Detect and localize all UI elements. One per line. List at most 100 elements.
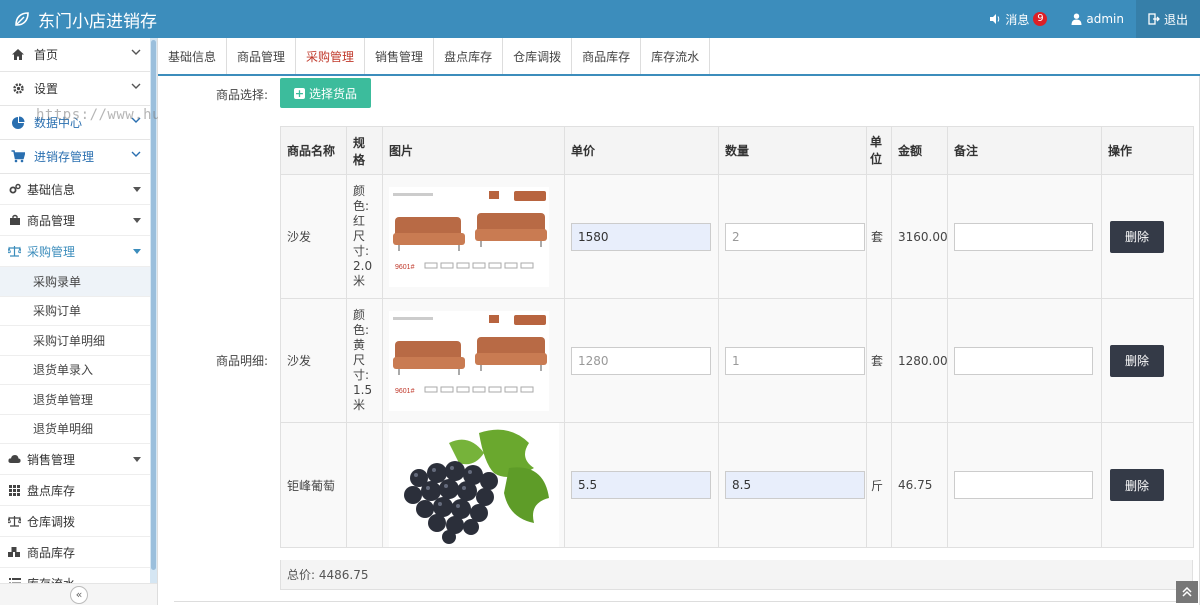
quantity-input[interactable]: 2 xyxy=(725,222,865,251)
price-cell: 1280 xyxy=(564,298,719,423)
bag-icon xyxy=(9,214,20,225)
sidebar-item-warehouse-transfer[interactable]: 仓库调拨 xyxy=(0,506,151,537)
product-name: 沙发 xyxy=(280,298,347,423)
sidebar-item-purchase-order-detail[interactable]: 采购订单明细 xyxy=(0,326,151,356)
logout-button[interactable]: 退出 xyxy=(1135,0,1200,38)
image-label: 9601# xyxy=(395,264,415,271)
amount-cell: 3160.00 xyxy=(891,174,948,299)
tab-basic-info[interactable]: 基础信息 xyxy=(158,38,228,74)
app-window: 东门小店进销存 消息 9 admin 退出 首页 设置 数据中心 进销存管理 基… xyxy=(0,0,1200,605)
tab-purchase-management[interactable]: 采购管理 xyxy=(296,38,366,74)
sidebar-item-sales[interactable]: 销售管理 xyxy=(0,444,151,475)
scale-icon xyxy=(8,246,21,257)
sidebar-item-label: 销售管理 xyxy=(27,452,76,467)
top-bar: 东门小店进销存 消息 9 admin 退出 xyxy=(0,0,1200,38)
cart-icon xyxy=(11,150,25,163)
table-row: 沙发 颜色:红尺寸:2.0米 9601# 1580 2 套 3160.00 删除 xyxy=(280,174,1194,299)
tab-stock-count[interactable]: 盘点库存 xyxy=(434,38,504,74)
quantity-input[interactable]: 1 xyxy=(725,346,865,375)
sidebar-item-data-center[interactable]: 数据中心 xyxy=(0,106,151,140)
tab-sales-management[interactable]: 销售管理 xyxy=(365,38,435,74)
product-image-cell xyxy=(382,422,565,548)
sidebar-item-product-management[interactable]: 商品管理 xyxy=(0,205,151,236)
unit-cell: 斤 xyxy=(866,422,892,548)
user-menu[interactable]: admin xyxy=(1059,0,1136,38)
tab-product-management[interactable]: 商品管理 xyxy=(227,38,297,74)
delete-button[interactable]: 删除 xyxy=(1110,344,1164,377)
quantity-cell: 8.5 xyxy=(718,422,867,548)
sidebar-item-product-stock[interactable]: 商品库存 xyxy=(0,537,151,568)
sidebar-item-purchase-entry[interactable]: 采购录单 xyxy=(0,267,151,297)
sidebar-item-basic-info[interactable]: 基础信息 xyxy=(0,174,151,205)
sidebar-item-label: 商品库存 xyxy=(27,545,76,560)
image-label: 9601# xyxy=(395,388,415,395)
action-cell: 删除 xyxy=(1101,298,1194,423)
unit-cell: 套 xyxy=(866,298,892,423)
product-detail-label: 商品明细: xyxy=(216,354,269,368)
unit-cell: 套 xyxy=(866,174,892,299)
select-goods-button[interactable]: + 选择货品 xyxy=(280,78,371,108)
delete-button[interactable]: 删除 xyxy=(1110,220,1164,253)
table-row: 钜峰葡萄 5.5 8.5 斤 46.75 删除 xyxy=(280,422,1194,548)
product-image-cell: 9601# xyxy=(382,174,565,299)
note-input[interactable] xyxy=(954,222,1093,251)
delete-button[interactable]: 删除 xyxy=(1110,469,1164,501)
column-header-name: 商品名称 xyxy=(280,126,347,175)
sidebar-item-label: 盘点库存 xyxy=(27,483,76,498)
sidebar-item-label: 仓库调拨 xyxy=(27,514,76,529)
amount-cell: 46.75 xyxy=(891,422,948,548)
sidebar-item-return-management[interactable]: 退货单管理 xyxy=(0,385,151,415)
logout-icon xyxy=(1148,13,1160,25)
sidebar-item-label: 采购管理 xyxy=(27,244,76,259)
product-detail-table: 商品名称 规格 图片 单价 数量 单位 金额 备注 操作 沙发 颜色:红尺寸:2… xyxy=(280,126,1194,548)
scroll-top-button[interactable] xyxy=(1176,581,1198,603)
note-cell xyxy=(947,298,1102,423)
quantity-cell: 1 xyxy=(718,298,867,423)
amount-cell: 1280.00 xyxy=(891,298,948,423)
caret-down-icon xyxy=(133,187,141,192)
price-input[interactable]: 1580 xyxy=(571,222,711,251)
price-cell: 5.5 xyxy=(564,422,719,548)
note-input[interactable] xyxy=(954,346,1093,375)
sidebar-item-return-entry[interactable]: 退货单录入 xyxy=(0,356,151,385)
sidebar-item-home[interactable]: 首页 xyxy=(0,38,151,72)
action-cell: 删除 xyxy=(1101,422,1194,548)
select-goods-label: 选择货品 xyxy=(308,86,357,101)
price-input[interactable]: 1280 xyxy=(571,346,711,375)
cloud-icon xyxy=(8,455,21,463)
sidebar-item-inventory[interactable]: 进销存管理 xyxy=(0,140,151,174)
note-cell xyxy=(947,174,1102,299)
brand[interactable]: 东门小店进销存 xyxy=(0,0,157,38)
tab-product-stock[interactable]: 商品库存 xyxy=(572,38,642,74)
note-cell xyxy=(947,422,1102,548)
sidebar-item-stock-count[interactable]: 盘点库存 xyxy=(0,475,151,506)
sofa-image: 9601# xyxy=(389,310,549,411)
sidebar-item-settings[interactable]: 设置 xyxy=(0,72,151,106)
sidebar-footer: « xyxy=(0,583,157,605)
price-input[interactable]: 5.5 xyxy=(571,471,711,499)
scrollbar-thumb[interactable] xyxy=(151,40,156,570)
messages-button[interactable]: 消息 9 xyxy=(977,0,1059,38)
table-row: 沙发 颜色:黄尺寸:1.5米 9601# 1280 1 套 1280.00 删除 xyxy=(280,298,1194,423)
sidebar-item-purchase-order[interactable]: 采购订单 xyxy=(0,297,151,326)
tab-stock-flow[interactable]: 库存流水 xyxy=(641,38,711,74)
grid-icon xyxy=(9,484,20,496)
grape-image xyxy=(389,423,559,547)
product-name: 钜峰葡萄 xyxy=(280,422,347,548)
quantity-cell: 2 xyxy=(718,174,867,299)
cogs-icon xyxy=(9,183,21,194)
total-price: 总价: 4486.75 xyxy=(280,560,1193,590)
collapse-sidebar-button[interactable]: « xyxy=(70,585,88,604)
sidebar-item-return-detail[interactable]: 退货单明细 xyxy=(0,415,151,444)
table-header-row: 商品名称 规格 图片 单价 数量 单位 金额 备注 操作 xyxy=(280,126,1194,175)
sidebar-item-purchase-management[interactable]: 采购管理 xyxy=(0,236,151,267)
quantity-input[interactable]: 8.5 xyxy=(725,471,865,499)
column-header-spec: 规格 xyxy=(346,126,383,175)
divider xyxy=(174,601,1184,602)
note-input[interactable] xyxy=(954,471,1093,499)
sidebar-scrollbar[interactable] xyxy=(150,38,157,583)
tab-warehouse-transfer[interactable]: 仓库调拨 xyxy=(503,38,573,74)
chevron-down-icon xyxy=(131,117,141,123)
sidebar-item-label: 设置 xyxy=(34,82,59,96)
app-title: 东门小店进销存 xyxy=(38,11,157,32)
